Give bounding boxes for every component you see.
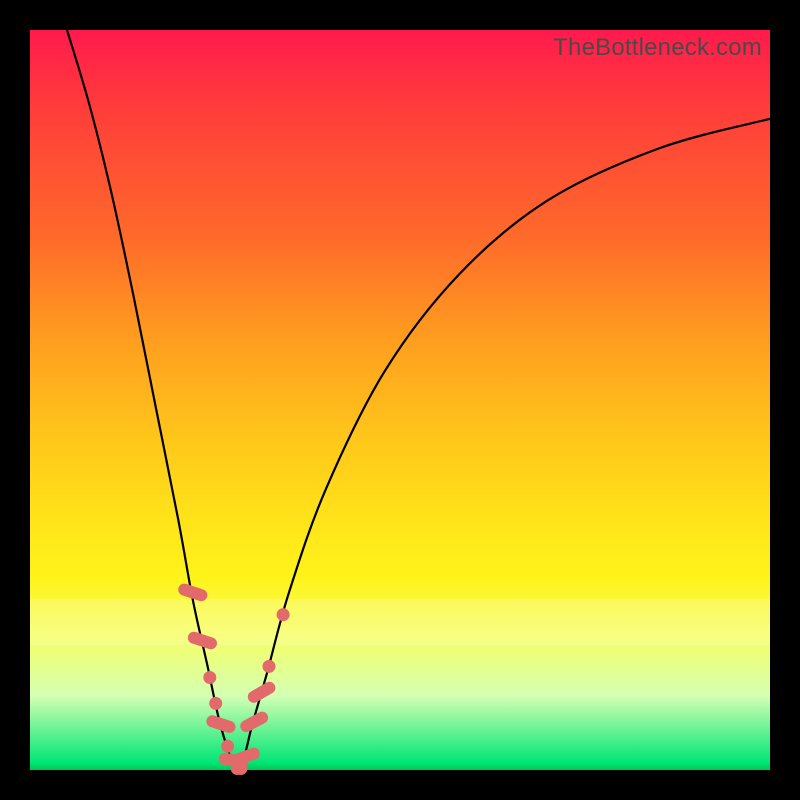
marker-dot (263, 660, 276, 673)
marker-dot (221, 740, 234, 753)
marker-pill (205, 714, 237, 735)
marker-dot (203, 671, 216, 684)
plot-area: TheBottleneck.com (30, 30, 770, 770)
marker-pill (246, 680, 278, 705)
bottleneck-curve (67, 30, 770, 770)
curve-layer (30, 30, 770, 770)
marker-dot (209, 697, 222, 710)
marker-dot (277, 608, 290, 621)
chart-frame: TheBottleneck.com (0, 0, 800, 800)
marker-layer (177, 582, 290, 775)
marker-pill (238, 710, 270, 735)
